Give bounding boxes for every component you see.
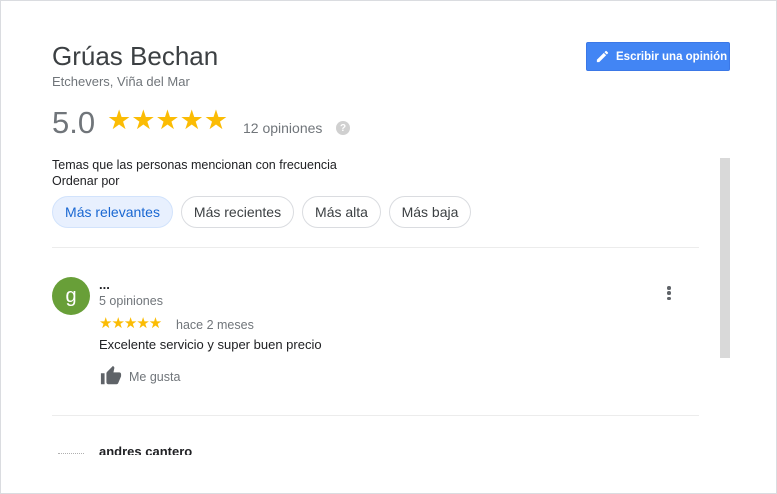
avatar[interactable] <box>58 453 84 454</box>
reviewer-name[interactable]: ... <box>99 277 110 292</box>
write-review-label: Escribir una opinión <box>616 50 728 63</box>
sort-chip-newest[interactable]: Más recientes <box>181 196 294 228</box>
place-subtitle: Etchevers, Viña del Mar <box>52 74 190 89</box>
sort-heading: Ordenar por <box>52 174 120 188</box>
sort-chip-lowest[interactable]: Más baja <box>389 196 471 228</box>
avatar[interactable]: g <box>52 277 90 315</box>
write-review-button[interactable]: Escribir una opinión <box>586 42 730 71</box>
scrollbar[interactable] <box>720 158 730 358</box>
pencil-icon <box>596 50 609 63</box>
review-time: hace 2 meses <box>176 318 254 332</box>
sort-chip-highest[interactable]: Más alta <box>302 196 381 228</box>
more-options-icon[interactable] <box>661 284 677 302</box>
sort-chip-most-relevant[interactable]: Más relevantes <box>52 196 173 228</box>
place-title: Grúas Bechan <box>52 41 219 71</box>
topics-heading: Temas que las personas mencionan con fre… <box>52 158 337 172</box>
like-button-label[interactable]: Me gusta <box>129 370 180 384</box>
help-icon[interactable]: ? <box>336 121 350 135</box>
reviews-panel: Grúas Bechan Etchevers, Viña del Mar Esc… <box>0 0 777 494</box>
divider <box>52 247 699 248</box>
reviews-count: 12 opiniones <box>243 120 323 136</box>
average-rating-stars: ★★★★★ <box>107 105 229 135</box>
review-stars: ★★★★★ <box>99 315 162 332</box>
thumbs-up-icon[interactable] <box>99 365 123 387</box>
reviewer-review-count: 5 opiniones <box>99 294 163 308</box>
review-text: Excelente servicio y super buen precio <box>99 337 322 352</box>
reviewer-name[interactable]: andres cantero <box>99 445 192 455</box>
average-rating: 5.0 <box>52 105 96 140</box>
divider <box>52 415 699 416</box>
